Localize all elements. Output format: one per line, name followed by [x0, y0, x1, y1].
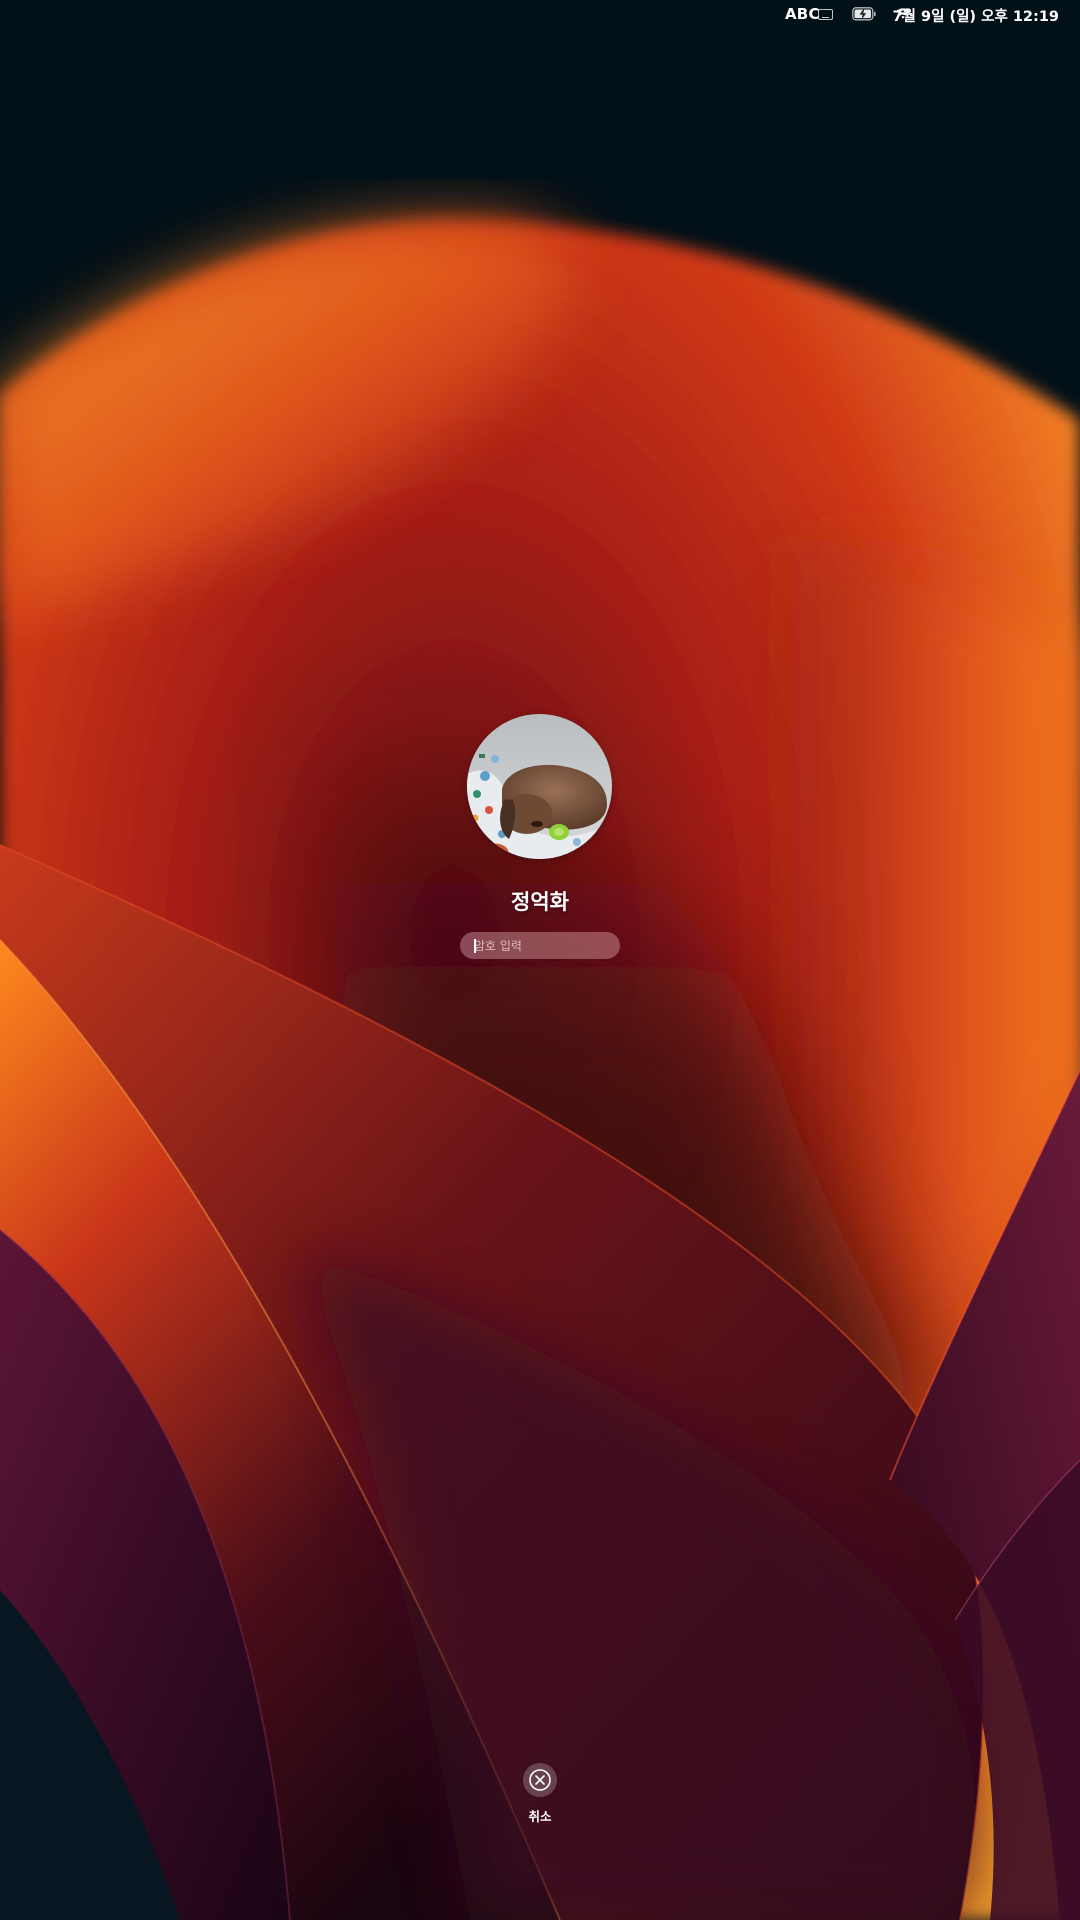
password-input[interactable]	[460, 932, 620, 959]
user-avatar-photo	[467, 714, 612, 859]
menu-bar-clock[interactable]: 7월 9일 (일) 오후 12:19	[893, 5, 1059, 26]
text-caret	[474, 939, 476, 953]
password-field-container	[460, 932, 620, 959]
cancel-label[interactable]: 취소	[500, 1806, 580, 1825]
login-screen: ABC 7월 9일 (일) 오후 12:19 정억화 취소	[0, 0, 1080, 1920]
cancel-button-circle[interactable]	[523, 1763, 557, 1797]
close-circle-icon	[529, 1769, 551, 1791]
user-avatar[interactable]	[467, 714, 612, 859]
cancel-button[interactable]: 취소	[500, 1762, 580, 1824]
keyboard-icon[interactable]	[818, 9, 833, 20]
username-label: 정억화	[511, 890, 569, 914]
battery-charging-icon[interactable]	[852, 7, 876, 21]
menu-bar: ABC 7월 9일 (일) 오후 12:19	[0, 0, 1080, 30]
wallpaper	[0, 0, 1080, 1920]
input-source-label[interactable]: ABC	[785, 5, 820, 23]
